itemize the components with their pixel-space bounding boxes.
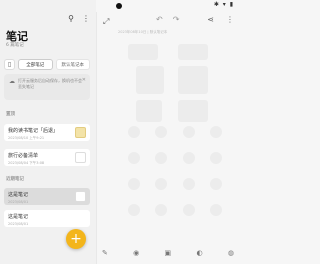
note-thumbnail (75, 127, 86, 138)
mic-icon[interactable]: ◐ (196, 249, 202, 257)
cloud-sync-banner[interactable]: ☁ 打开云服务后自动保存，换机也不会丢失笔记 ✕ (4, 74, 90, 100)
tab-label: 全部笔记 (26, 62, 45, 68)
blurred-content (128, 204, 140, 216)
blurred-content (210, 204, 222, 216)
list-toolbar: ⚲ ⋮ (68, 15, 90, 23)
note-thumbnail (75, 152, 86, 163)
tab-default-notebook[interactable]: 默认笔记本 (55, 59, 90, 70)
blurred-content (210, 152, 222, 164)
image-icon[interactable]: ▣ (165, 249, 172, 257)
blurred-content (183, 178, 195, 190)
blurred-content (178, 66, 208, 94)
camera-cutout (116, 3, 122, 9)
blurred-content (183, 204, 195, 216)
blurred-content (136, 66, 164, 94)
blurred-content (136, 100, 162, 122)
blurred-content (210, 178, 222, 190)
note-thumbnail (75, 191, 86, 202)
tab-bar: ▯ 全部笔记 默认笔记本 (4, 58, 90, 71)
status-icons: ✱ ▾ ▮ (213, 1, 234, 8)
blurred-content (183, 152, 195, 164)
blurred-content (183, 126, 195, 138)
cloud-icon: ☁ (9, 78, 15, 85)
undo-icon[interactable]: ↶ (156, 15, 163, 24)
note-list-pane: ⚲ ⋮ 笔记 6 篇笔记 ▯ 全部笔记 默认笔记本 ☁ 打开云服务后自动保存，换… (0, 0, 96, 264)
blurred-content (155, 204, 167, 216)
note-date: 2023/08/01 (8, 222, 29, 226)
redo-icon[interactable]: ↷ (173, 15, 180, 24)
blurred-content (155, 152, 167, 164)
note-count: 6 篇笔记 (6, 43, 24, 48)
note-item[interactable]: 这是笔记 2023/08/01 (4, 210, 90, 227)
more-icon[interactable]: ⋮ (82, 15, 90, 23)
section-pinned: 置顶 (6, 112, 15, 117)
blurred-content (128, 44, 158, 60)
banner-text: 打开云服务后自动保存，换机也不会丢失笔记 (18, 78, 82, 89)
blurred-content (210, 126, 222, 138)
format-icon[interactable]: ✎ (102, 249, 108, 257)
tab-label: 默认笔记本 (61, 62, 85, 68)
brush-icon[interactable]: ◍ (228, 249, 234, 257)
editor-meta: 2023年08年10日 | 默认笔记本 (118, 30, 168, 34)
share-icon[interactable]: ⋖ (207, 15, 214, 24)
search-icon[interactable]: ⚲ (68, 15, 74, 23)
blurred-content (128, 178, 140, 190)
blurred-content (155, 178, 167, 190)
blurred-content (155, 126, 167, 138)
undo-redo-group: ↶ ↷ (156, 15, 179, 24)
close-icon[interactable]: ✕ (82, 77, 86, 83)
editor-pane (96, 12, 240, 264)
blurred-content (128, 152, 140, 164)
sidebar-toggle-icon[interactable]: ▯ (4, 59, 15, 70)
note-item[interactable]: 我的读书笔记「后退」 2023/08/10 上午9:21 (4, 124, 90, 141)
blurred-content (178, 44, 208, 60)
section-recent: 近期笔记 (6, 177, 24, 182)
editor-toolbar: ⋖ ⋮ (207, 15, 234, 24)
add-note-button[interactable]: + (66, 229, 86, 249)
note-title: 这是笔记 (8, 214, 29, 220)
blurred-content (128, 126, 140, 138)
blurred-content (178, 100, 208, 122)
note-item-selected[interactable]: 这是笔记 2023/08/01 (4, 188, 90, 205)
note-item[interactable]: 旅行必备清单 2023/08/04 下午3:08 (4, 149, 90, 166)
checklist-icon[interactable]: ◉ (133, 249, 139, 257)
expand-icon[interactable]: ⤢ (103, 17, 109, 27)
editor-bottom-toolbar: ✎ ◉ ▣ ◐ ◍ (102, 246, 234, 260)
tab-all-notes[interactable]: 全部笔记 (18, 59, 53, 70)
editor-more-icon[interactable]: ⋮ (226, 15, 234, 24)
